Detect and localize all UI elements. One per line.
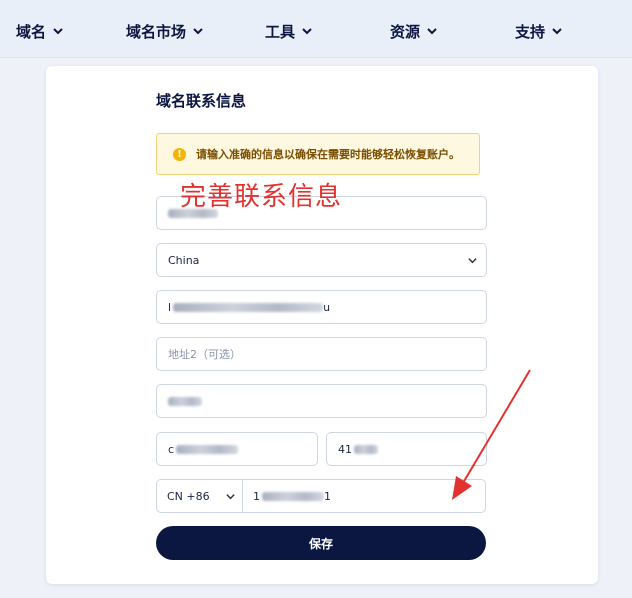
phone-field-group: CN +86 1 1 <box>156 479 486 513</box>
city-field[interactable]: c <box>156 432 318 466</box>
redacted-value <box>168 396 202 406</box>
redacted-value <box>173 302 324 312</box>
chevron-down-icon <box>552 28 562 35</box>
warning-icon: ! <box>173 147 186 161</box>
save-button[interactable]: 保存 <box>156 526 486 560</box>
redacted-value <box>354 444 378 454</box>
chevron-down-icon <box>53 28 63 35</box>
alert-text: 请输入准确的信息以确保在需要时能够轻松恢复账户。 <box>196 148 460 161</box>
nav-item-label: 支持 <box>515 22 546 41</box>
annotation-arrow-icon <box>452 369 531 500</box>
nav-item-label: 域名市场 <box>126 22 187 41</box>
page-title: 域名联系信息 <box>156 92 247 110</box>
top-nav: 域名 域名市场 工具 资源 支持 <box>0 0 632 58</box>
nav-item-resources[interactable]: 资源 <box>390 20 438 42</box>
info-alert: ! 请输入准确的信息以确保在需要时能够轻松恢复账户。 <box>156 133 480 175</box>
chevron-down-icon <box>226 494 235 500</box>
phone-suffix: 1 <box>324 489 331 503</box>
redacted-value <box>262 491 324 501</box>
chevron-down-icon <box>427 28 437 35</box>
nav-item-label: 域名 <box>16 22 47 41</box>
redacted-value <box>176 444 239 454</box>
address1-prefix: l <box>168 300 172 314</box>
nav-item-domain-market[interactable]: 域名市场 <box>126 20 204 42</box>
chevron-down-icon <box>193 28 203 35</box>
nav-item-support[interactable]: 支持 <box>515 20 563 42</box>
postcode-prefix: 41 <box>338 442 352 456</box>
annotation-text: 完善联系信息 <box>180 182 343 212</box>
country-select[interactable]: China <box>156 243 487 277</box>
address1-suffix: u <box>323 300 331 314</box>
phone-code-value: CN +86 <box>167 489 210 503</box>
nav-item-domains[interactable]: 域名 <box>16 20 64 42</box>
city-prefix: c <box>168 442 175 456</box>
chevron-down-icon <box>302 28 312 35</box>
nav-item-label: 资源 <box>390 22 421 41</box>
address2-placeholder: 地址2（可选） <box>168 348 241 361</box>
region-field[interactable] <box>156 384 487 418</box>
address1-field[interactable]: l u <box>156 290 487 324</box>
address2-field[interactable]: 地址2（可选） <box>156 337 487 371</box>
nav-item-label: 工具 <box>265 22 296 41</box>
chevron-down-icon <box>468 258 477 264</box>
nav-item-tools[interactable]: 工具 <box>265 20 313 42</box>
phone-country-select[interactable]: CN +86 <box>157 480 243 512</box>
country-select-value: China <box>168 253 200 267</box>
phone-prefix: 1 <box>253 489 260 503</box>
